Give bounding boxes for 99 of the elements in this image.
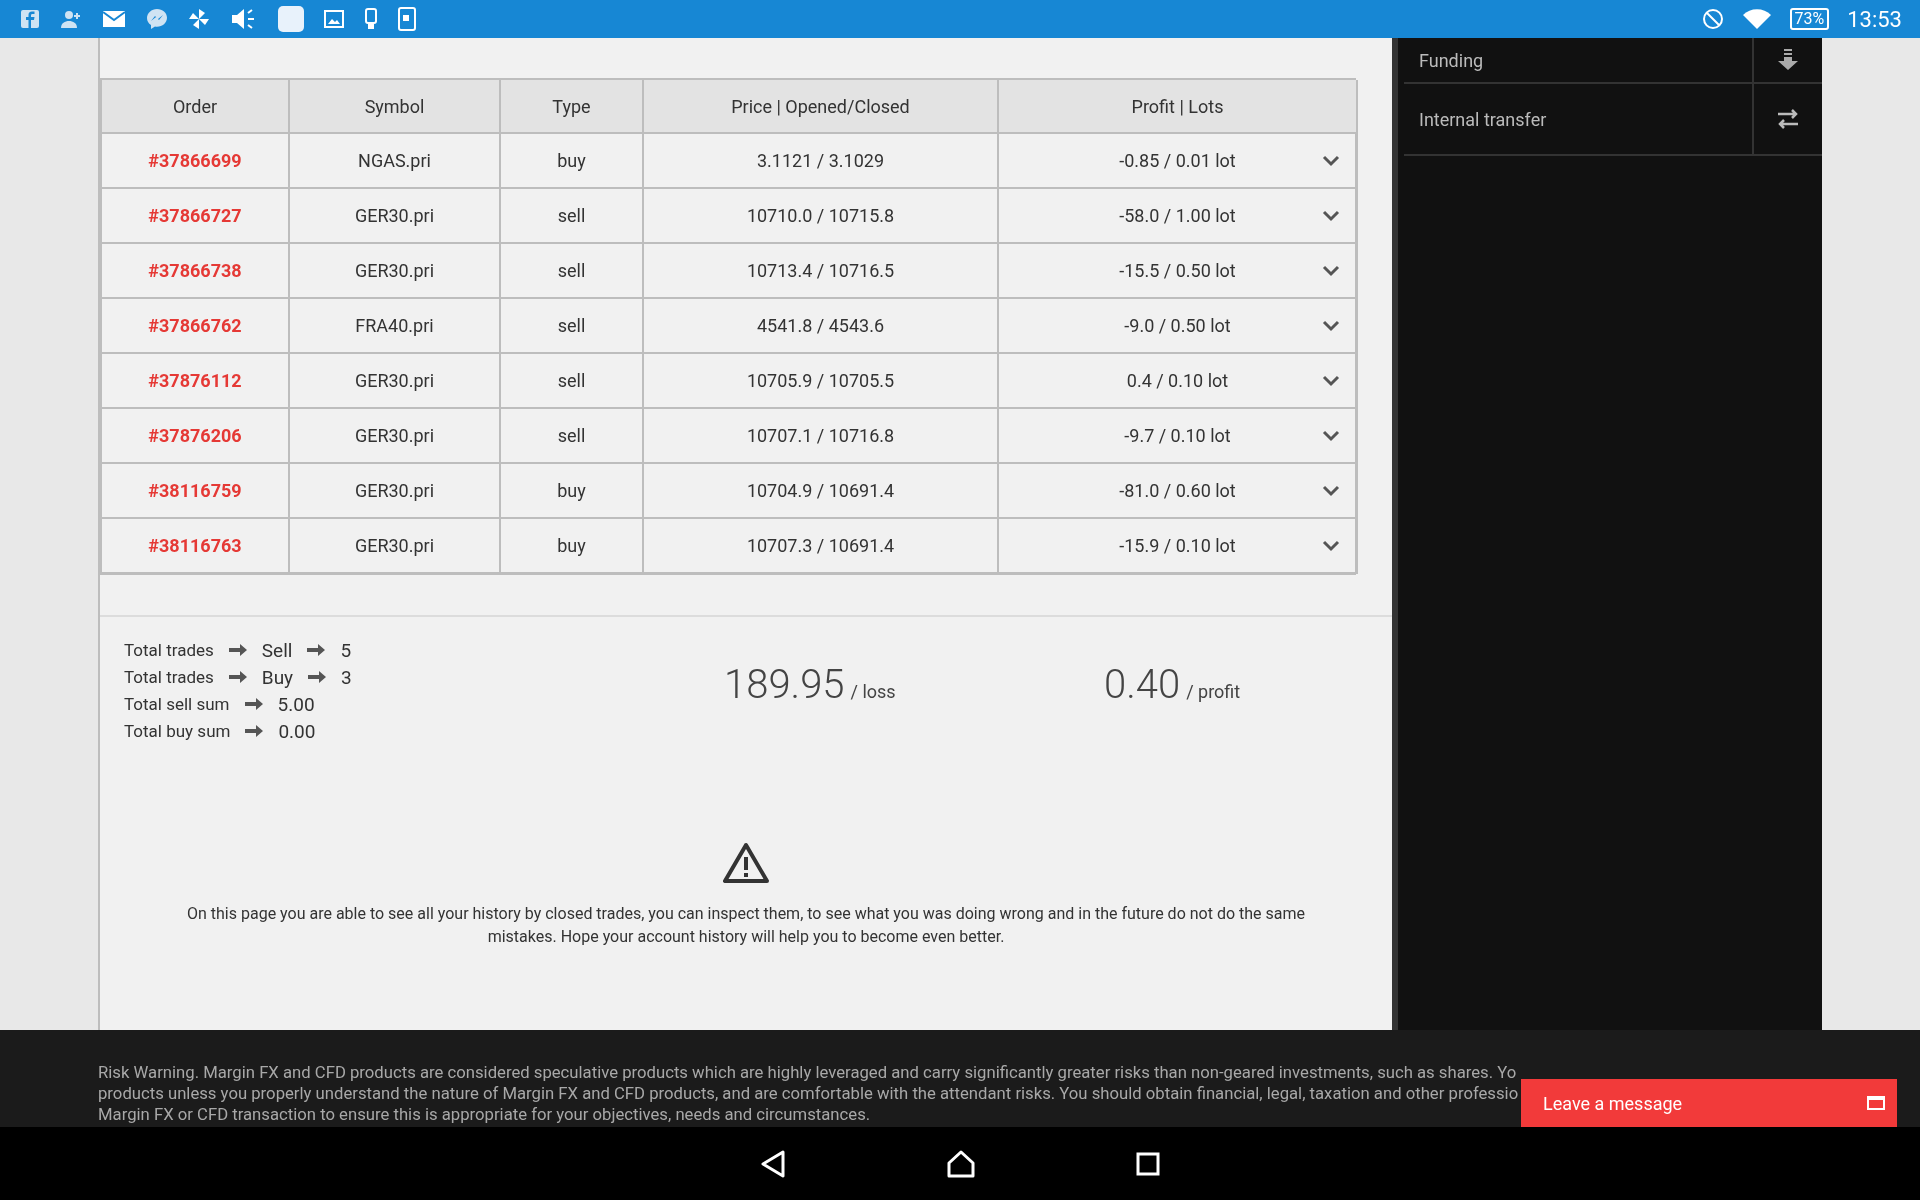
warning-icon: [723, 842, 769, 884]
chevron-down-icon[interactable]: [1322, 264, 1340, 277]
chevron-down-icon[interactable]: [1322, 374, 1340, 387]
table-cell: GER30.pri: [290, 519, 501, 574]
risk-warning-text: Risk Warning. Margin FX and CFD products are considered speculative products which are highly leveraged and carry significantly greater risks than non-geared investments, such as shares. Yo: [98, 1062, 1517, 1083]
chevron-down-icon[interactable]: [1322, 539, 1340, 552]
order-link[interactable]: #38116763: [102, 519, 290, 574]
order-link[interactable]: #37876206: [102, 409, 290, 464]
table-cell: GER30.pri: [290, 464, 501, 519]
order-link[interactable]: #37866699: [102, 134, 290, 189]
transfer-arrows-icon: [1776, 109, 1800, 129]
order-link[interactable]: #37866762: [102, 299, 290, 354]
column-header: Symbol: [290, 80, 501, 134]
order-link[interactable]: #38116759: [102, 464, 290, 519]
risk-warning-text: Margin FX or CFD transaction to ensure this is appropriate for your objectives, needs and circumstances.: [98, 1104, 871, 1125]
table-cell: sell: [501, 299, 644, 354]
table-cell: 10704.9 / 10691.4: [644, 464, 999, 519]
chevron-down-icon[interactable]: [1322, 429, 1340, 442]
table-cell: GER30.pri: [290, 409, 501, 464]
chevron-down-icon[interactable]: [1322, 319, 1340, 332]
arrow-right-icon: [244, 724, 265, 738]
column-header: Type: [501, 80, 644, 134]
mail-icon: [102, 10, 126, 28]
stat-label: Total buy sum: [124, 721, 231, 741]
stat-label: Total sell sum: [124, 694, 230, 714]
image-icon: [324, 10, 344, 28]
menu-item[interactable]: Funding: [1404, 38, 1822, 84]
table-cell: 10707.1 / 10716.8: [644, 409, 999, 464]
profit-lots-text: -15.9 / 0.10 lot: [1119, 535, 1236, 556]
table-cell: sell: [501, 409, 644, 464]
arrow-right-icon: [307, 670, 328, 684]
pinwheel-icon: [188, 8, 210, 30]
arrow-right-icon: [306, 643, 327, 657]
arrow-right-icon: [243, 697, 264, 711]
chevron-down-icon[interactable]: [1322, 154, 1340, 167]
table-cell: buy: [501, 519, 644, 574]
table-cell: GER30.pri: [290, 189, 501, 244]
table-cell: FRA40.pri: [290, 299, 501, 354]
profit-amount: 0.40: [1104, 661, 1181, 708]
stat-label: Total trades: [124, 640, 214, 660]
stat-value: Sell: [261, 638, 293, 662]
do-not-disturb-icon: [1701, 8, 1724, 30]
column-header: Profit | Lots: [999, 80, 1358, 134]
window-icon: [1867, 1096, 1885, 1110]
battery-indicator: 73%: [1789, 8, 1830, 30]
order-link[interactable]: #37866738: [102, 244, 290, 299]
profit-lots-text: -15.5 / 0.50 lot: [1119, 260, 1236, 281]
loss-amount: 189.95: [724, 661, 845, 708]
column-header: Price | Opened/Closed: [644, 80, 999, 134]
risk-warning-text: products unless you properly understand the nature of Margin FX and CFD products, and are comfortable with the attendant risks. You should obtain financial, legal, taxation and other professio: [98, 1083, 1519, 1104]
table-cell: GER30.pri: [290, 354, 501, 409]
table-cell: GER30.pri: [290, 244, 501, 299]
stat-value: 5.00: [277, 692, 315, 716]
table-cell: buy: [501, 134, 644, 189]
person-add-icon: [60, 9, 82, 29]
chat-bubble-icon: [146, 8, 168, 30]
chevron-down-icon[interactable]: [1322, 209, 1340, 222]
phone-icon: [364, 8, 378, 30]
profit-lots-text: 0.4 / 0.10 lot: [1126, 370, 1229, 391]
stat-label: Total trades: [124, 667, 214, 687]
stat-value: Buy: [261, 665, 294, 689]
table-cell: 10707.3 / 10691.4: [644, 519, 999, 574]
table-cell: buy: [501, 464, 644, 519]
table-cell: sell: [501, 189, 644, 244]
profit-lots-text: -9.0 / 0.50 lot: [1124, 315, 1231, 336]
table-cell: 3.1121 / 3.1029: [644, 134, 999, 189]
profit-label: / profit: [1186, 681, 1241, 702]
back-icon[interactable]: [760, 1149, 786, 1178]
profit-lots-text: -58.0 / 1.00 lot: [1119, 205, 1236, 226]
arrow-right-icon: [227, 643, 248, 657]
info-paragraph: On this page you are able to see all your history by closed trades, you can inspect them, to see what you was doing wrong and in the future do not do the same mistakes. Hope your account history will help you to become even better.: [186, 903, 1306, 948]
order-link[interactable]: #37866727: [102, 189, 290, 244]
loss-label: / loss: [850, 681, 896, 702]
table-cell: NGAS.pri: [290, 134, 501, 189]
square-icon: [278, 6, 304, 32]
table-cell: 10705.9 / 10705.5: [644, 354, 999, 409]
table-cell: sell: [501, 354, 644, 409]
facebook-icon: [20, 9, 40, 29]
wifi-icon: [1741, 7, 1772, 31]
tablet-icon: [398, 7, 416, 31]
home-icon[interactable]: [946, 1148, 976, 1179]
chevron-down-icon[interactable]: [1322, 484, 1340, 497]
recent-apps-icon[interactable]: [1136, 1151, 1160, 1176]
table-cell: 10710.0 / 10715.8: [644, 189, 999, 244]
profit-lots-text: -81.0 / 0.60 lot: [1119, 480, 1236, 501]
download-icon: [1777, 49, 1799, 71]
leave-message-button[interactable]: Leave a message: [1521, 1079, 1897, 1127]
order-link[interactable]: #37876112: [102, 354, 290, 409]
stat-value: 0.00: [278, 719, 316, 743]
arrow-right-icon: [227, 670, 248, 684]
table-cell: 10713.4 / 10716.5: [644, 244, 999, 299]
stat-value: 3: [341, 665, 352, 689]
profit-lots-text: -0.85 / 0.01 lot: [1119, 150, 1236, 171]
column-header: Order: [102, 80, 290, 134]
stat-value: 5: [340, 638, 352, 662]
profit-lots-text: -9.7 / 0.10 lot: [1124, 425, 1231, 446]
table-cell: sell: [501, 244, 644, 299]
table-cell: 4541.8 / 4543.6: [644, 299, 999, 354]
clock-time: 13:53: [1847, 6, 1902, 32]
